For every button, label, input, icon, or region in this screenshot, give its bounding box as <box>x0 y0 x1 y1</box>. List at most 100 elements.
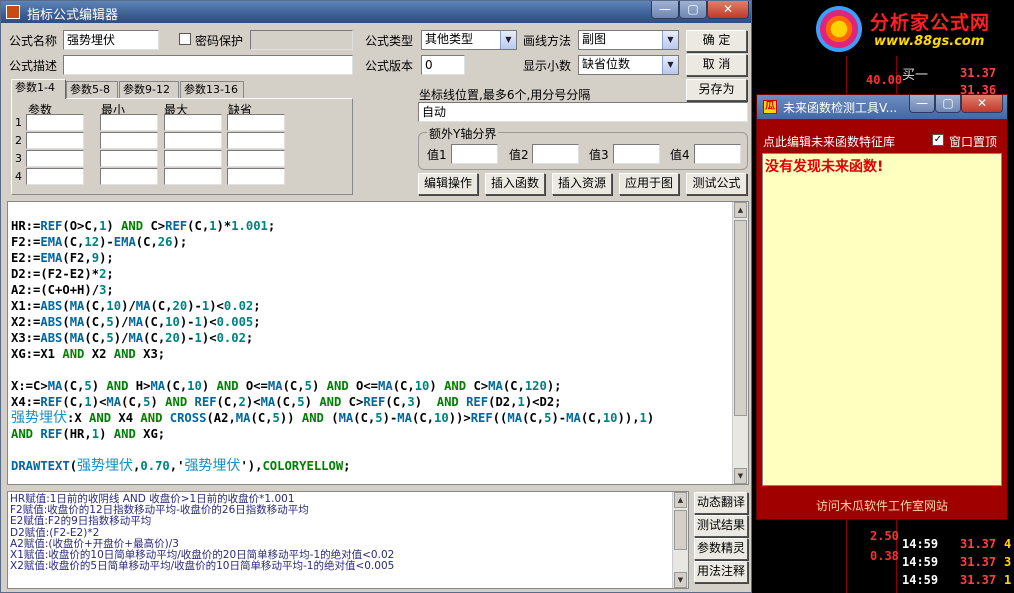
translation-scrollbar[interactable]: ▲ ▼ <box>672 492 688 588</box>
tick-time: 14:59 <box>902 537 939 551</box>
tick-price: 31.37 <box>960 537 997 551</box>
scroll-thumb[interactable] <box>674 510 687 550</box>
code-line: XG:=X1 AND X2 AND X3; <box>11 347 166 361</box>
value1-input[interactable] <box>451 144 498 164</box>
save-as-button[interactable]: 另存为 <box>686 79 747 101</box>
tab-params-5-8[interactable]: 参数5-8 <box>66 81 118 99</box>
formula-desc-label: 公式描述 <box>9 59 58 73</box>
code-line: X:=C>MA(C,5) AND H>MA(C,10) AND O<=MA(C,… <box>11 379 562 393</box>
buy1-label: 买一 <box>902 68 929 83</box>
value3-label: 值3 <box>589 148 609 162</box>
decimal-select[interactable]: 缺省位数 ▼ <box>578 55 679 75</box>
axis-position-label: 坐标线位置,最多6个,用分号分隔 <box>419 88 591 102</box>
chevron-down-icon: ▼ <box>662 56 678 74</box>
formula-code-editor[interactable]: HR:=REF(O>C,1) AND C>REF(C,1)*1.001; F2:=… <box>7 201 749 485</box>
formula-type-select[interactable]: 其他类型 ▼ <box>421 30 517 50</box>
scroll-thumb[interactable] <box>734 220 747 416</box>
scroll-down-icon[interactable]: ▼ <box>674 572 687 588</box>
formula-translation-area[interactable]: HR赋值:1日前的收阴线 AND 收盘价>1日前的收盘价*1.001 F2赋值:收… <box>7 491 689 589</box>
tick-vol: 1 <box>1004 573 1012 587</box>
cancel-button[interactable]: 取 消 <box>686 54 747 76</box>
usage-notes-button[interactable]: 用法注释 <box>694 561 748 583</box>
password-input[interactable] <box>250 30 353 50</box>
minimize-button[interactable]: — <box>909 95 935 113</box>
draw-method-select[interactable]: 副图 ▼ <box>578 30 679 50</box>
scroll-down-icon[interactable]: ▼ <box>734 468 747 484</box>
formula-name-label: 公式名称 <box>9 34 58 48</box>
scroll-up-icon[interactable]: ▲ <box>674 492 687 508</box>
minimize-button[interactable]: — <box>651 1 679 19</box>
formula-desc-input[interactable] <box>63 55 353 75</box>
code-line: X2:=ABS(MA(C,5)/MA(C,10)-1)<0.005; <box>11 315 261 329</box>
tick-time: 14:59 <box>902 555 939 569</box>
tab-params-1-4[interactable]: 参数1-4 <box>11 79 66 99</box>
tick-vol: 3 <box>1004 555 1012 569</box>
window-title: 指标公式编辑器 <box>27 8 119 23</box>
ok-button[interactable]: 确 定 <box>686 30 747 52</box>
code-scrollbar[interactable]: ▲ ▼ <box>732 202 748 484</box>
price-label: 40.00 <box>866 73 903 87</box>
password-label: 密码保护 <box>195 34 244 48</box>
value1-label: 值1 <box>427 148 447 162</box>
editor-titlebar[interactable]: 指标公式编辑器 — ▢ ✕ <box>1 1 751 23</box>
tab-params-9-12[interactable]: 参数9-12 <box>119 81 179 99</box>
param-cell[interactable] <box>100 114 158 131</box>
param-cell[interactable] <box>227 132 285 149</box>
param-cell[interactable] <box>100 168 158 185</box>
edit-feature-library-link[interactable]: 点此编辑未来函数特征库 <box>763 133 895 150</box>
password-checkbox[interactable] <box>179 33 191 45</box>
insert-function-button[interactable]: 插入函数 <box>485 173 545 195</box>
param-cell[interactable] <box>227 168 285 185</box>
scroll-up-icon[interactable]: ▲ <box>734 202 747 218</box>
param-wizard-button[interactable]: 参数精灵 <box>694 538 748 560</box>
draw-method-label: 画线方法 <box>523 34 572 48</box>
param-cell[interactable] <box>26 114 84 131</box>
param-cell[interactable] <box>26 150 84 167</box>
param-cell[interactable] <box>100 132 158 149</box>
dynamic-translate-button[interactable]: 动态翻译 <box>694 492 748 514</box>
param-cell[interactable] <box>100 150 158 167</box>
future-function-detector-window: 瓜 未来函数检测工具V... — ▢ ✕ 点此编辑未来函数特征库 ✓ 窗口置顶 … <box>756 94 1008 520</box>
param-cell[interactable] <box>164 168 222 185</box>
detector-title: 未来函数检测工具V... <box>783 101 898 115</box>
formula-version-input[interactable]: 0 <box>421 55 465 75</box>
decimal-label: 显示小数 <box>523 59 572 73</box>
param-cell[interactable] <box>26 132 84 149</box>
logo-url: www.88gs.com <box>874 34 985 49</box>
draw-method-value: 副图 <box>582 32 607 46</box>
chevron-down-icon: ▼ <box>500 31 516 49</box>
translation-line: D2赋值:(F2-E2)*2 <box>10 526 100 539</box>
close-button[interactable]: ✕ <box>707 1 749 19</box>
param-cell[interactable] <box>227 150 285 167</box>
topmost-checkbox[interactable]: ✓ <box>932 134 944 146</box>
value3-input[interactable] <box>613 144 660 164</box>
param-cell[interactable] <box>227 114 285 131</box>
tab-params-13-16[interactable]: 参数13-16 <box>180 81 244 99</box>
code-line: A2:=(C+O+H)/3; <box>11 283 114 297</box>
test-formula-button[interactable]: 测试公式 <box>686 173 747 195</box>
apply-to-chart-button[interactable]: 应用于图 <box>619 173 679 195</box>
value2-input[interactable] <box>532 144 579 164</box>
formula-name-input[interactable]: 强势埋伏 <box>63 30 159 50</box>
maximize-button[interactable]: ▢ <box>679 1 707 19</box>
param-cell[interactable] <box>164 132 222 149</box>
translation-line: E2赋值:F2的9日指数移动平均 <box>10 515 152 528</box>
test-result-button[interactable]: 测试结果 <box>694 515 748 537</box>
edit-operation-button[interactable]: 编辑操作 <box>418 173 478 195</box>
tick-vol: 4 <box>1004 537 1012 551</box>
maximize-button[interactable]: ▢ <box>935 95 961 113</box>
detector-titlebar[interactable]: 瓜 未来函数检测工具V... — ▢ ✕ <box>757 95 1007 119</box>
insert-resource-button[interactable]: 插入资源 <box>552 173 612 195</box>
param-row-number: 4 <box>15 170 22 183</box>
value2-label: 值2 <box>509 148 529 162</box>
param-cell[interactable] <box>164 150 222 167</box>
formula-version-label: 公式版本 <box>365 59 414 73</box>
app-icon <box>6 5 20 19</box>
value4-input[interactable] <box>694 144 741 164</box>
visit-website-link[interactable]: 访问木瓜软件工作室网站 <box>757 497 1007 514</box>
axis-position-input[interactable]: 自动 <box>418 102 748 122</box>
tick-time: 14:59 <box>902 573 939 587</box>
param-cell[interactable] <box>164 114 222 131</box>
close-button[interactable]: ✕ <box>961 95 1003 113</box>
param-cell[interactable] <box>26 168 84 185</box>
